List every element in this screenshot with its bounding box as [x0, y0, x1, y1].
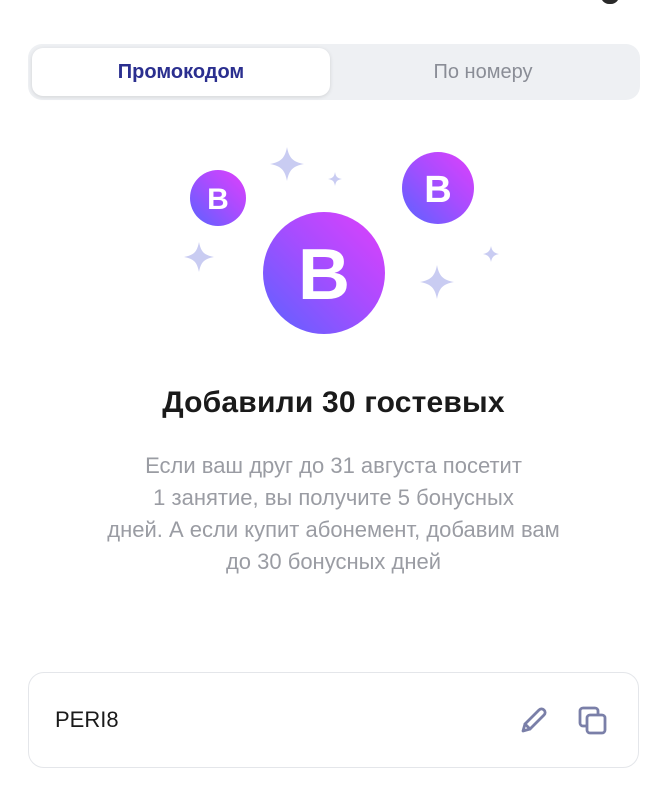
top-edge-fragment: [601, 0, 619, 4]
promo-code-value: PERI8: [55, 707, 119, 732]
sparkle-icon: [270, 147, 304, 181]
sparkle-icon: [420, 265, 454, 299]
large-badge-center: B: [263, 212, 385, 334]
tab-by-number[interactable]: По номеру: [334, 48, 632, 96]
sparkle-icon: [328, 172, 342, 186]
svg-text:B: B: [298, 235, 350, 315]
description-line: Если ваш друг до 31 августа посетит: [145, 453, 522, 478]
description-line: дней. А если купит абонемент, добавим ва…: [107, 517, 560, 542]
description-line: до 30 бонусных дней: [225, 549, 442, 574]
sparkle-icon: [483, 246, 499, 262]
description: Если ваш друг до 31 августа посетит 1 за…: [30, 450, 637, 578]
svg-text:B: B: [424, 169, 451, 211]
copy-button[interactable]: [573, 701, 613, 741]
small-badge-right: B: [402, 152, 474, 224]
sparkle-icon: [184, 242, 214, 272]
svg-text:B: B: [207, 183, 229, 216]
description-line: 1 занятие, вы получите 5 бонусных: [153, 485, 514, 510]
promo-code-field: PERI8: [28, 672, 639, 768]
edit-button[interactable]: [513, 701, 553, 741]
tab-promocode[interactable]: Промокодом: [32, 48, 330, 96]
copy-icon: [578, 706, 607, 735]
small-badge-left: B: [190, 170, 246, 226]
pencil-icon: [521, 707, 547, 733]
segmented-control: Промокодом По номеру: [28, 44, 640, 100]
headline: Добавили 30 гостевых: [162, 386, 505, 419]
bonus-illustration: B B B: [184, 147, 499, 334]
